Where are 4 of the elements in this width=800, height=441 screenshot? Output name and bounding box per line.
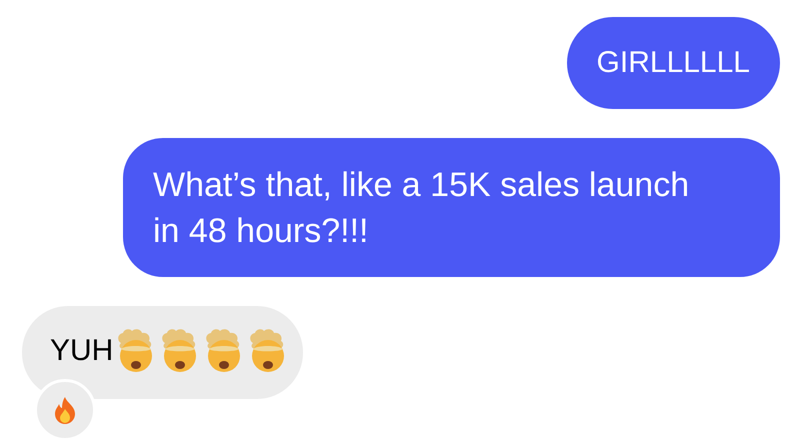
message-text: YUH	[50, 332, 114, 368]
fire-icon	[53, 396, 77, 424]
message-text: GIRLLLLLL	[596, 45, 750, 81]
message-text: What’s that, like a 15K sales launch in 48 hours?!!!	[153, 164, 690, 252]
